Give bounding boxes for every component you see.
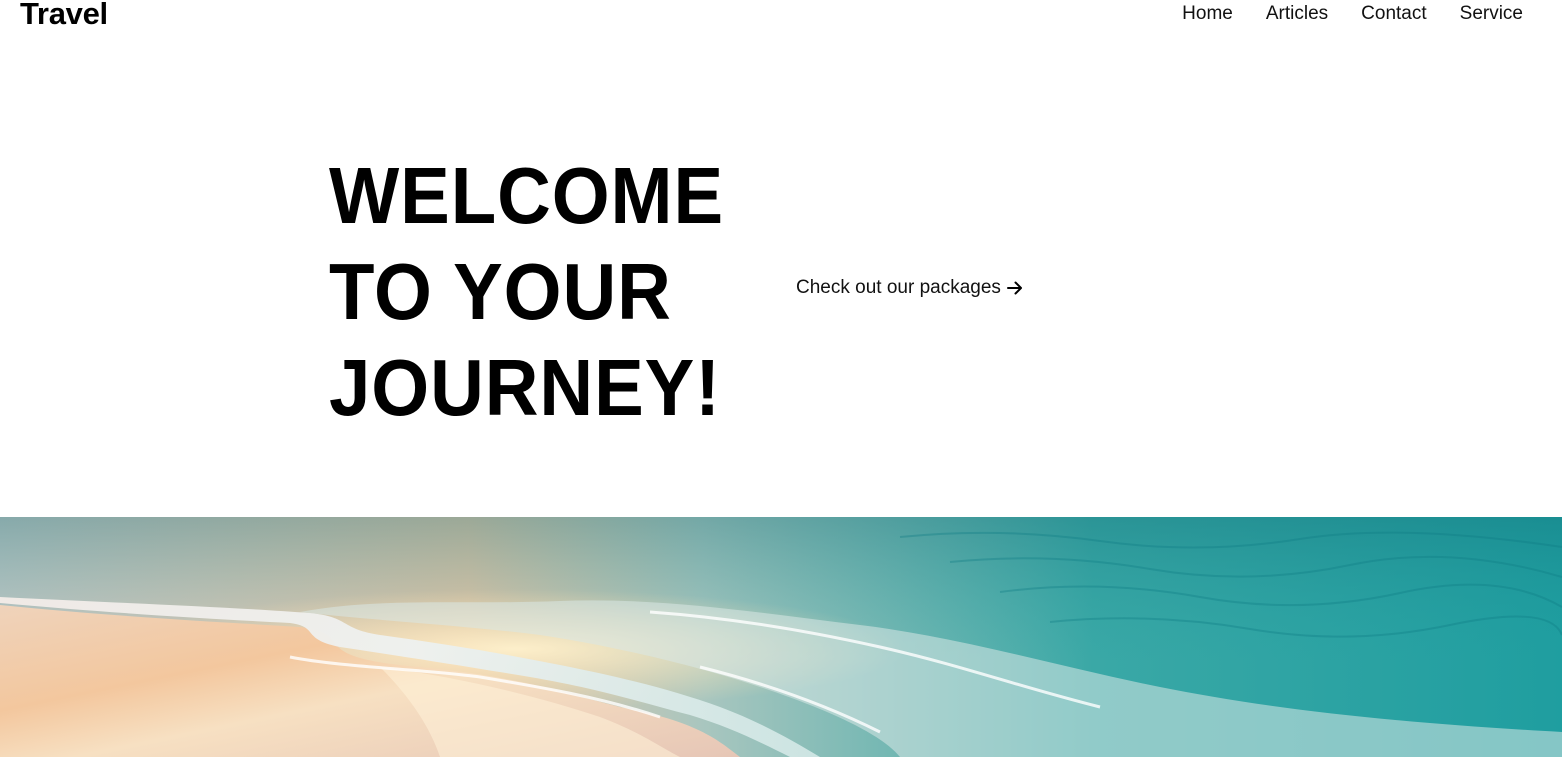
nav-item-contact: Contact — [1361, 1, 1426, 27]
nav-link-contact[interactable]: Contact — [1361, 3, 1426, 24]
nav-item-articles: Articles — [1266, 1, 1328, 27]
packages-link[interactable]: Check out our packages — [796, 275, 1024, 301]
packages-link-label: Check out our packages — [796, 277, 1001, 298]
nav-link-articles[interactable]: Articles — [1266, 3, 1328, 24]
nav-link-service[interactable]: Service — [1460, 3, 1523, 24]
nav-link-home[interactable]: Home — [1182, 3, 1233, 24]
nav-item-home: Home — [1182, 1, 1233, 27]
hero-title-line: WELCOME — [329, 151, 725, 240]
landing-page: Travel Home Articles Contact Service WEL… — [0, 0, 1562, 757]
hero-title: WELCOME TO YOUR JOURNEY! — [329, 148, 725, 436]
hero-title-line: TO YOUR — [329, 247, 672, 336]
nav-item-service: Service — [1460, 1, 1523, 27]
arrow-right-icon — [1006, 279, 1024, 297]
hero-title-line: JOURNEY! — [329, 343, 721, 432]
nav-menu: Home Articles Contact Service — [1182, 1, 1523, 27]
brand-logo[interactable]: Travel — [20, 0, 108, 33]
beach-banner-image — [0, 517, 1562, 757]
navbar: Travel Home Articles Contact Service — [0, 0, 1562, 36]
